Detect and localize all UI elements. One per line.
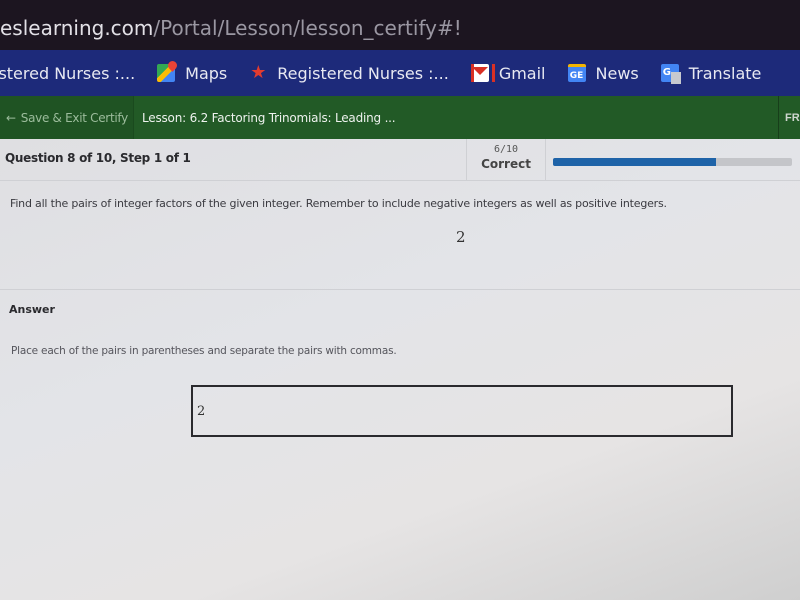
bookmark-label: Registered Nurses :...	[277, 63, 449, 83]
progress-bar	[553, 158, 792, 166]
score-box: 6/10 Correct	[466, 139, 546, 181]
url-host: eslearning.com	[0, 16, 154, 40]
question-prompt: Find all the pairs of integer factors of…	[10, 197, 667, 210]
gmail-icon	[470, 64, 495, 82]
lesson-bar: ← Save & Exit Certify Lesson: 6.2 Factor…	[0, 96, 800, 139]
address-bar[interactable]: eslearning.com/Portal/Lesson/lesson_cert…	[0, 0, 800, 50]
url-path: /Portal/Lesson/lesson_certify#!	[153, 16, 462, 40]
bookmark-registered-nurses-2[interactable]: ★ Registered Nurses :...	[249, 64, 449, 83]
question-step-label: Question 8 of 10, Step 1 of 1	[5, 151, 191, 165]
answer-input[interactable]	[191, 385, 733, 437]
bookmark-label: Translate	[688, 63, 762, 83]
question-header: Question 8 of 10, Step 1 of 1 6/10 Corre…	[0, 139, 800, 181]
question-panel: Question 8 of 10, Step 1 of 1 6/10 Corre…	[0, 139, 800, 600]
bookmark-registered-nurses-1[interactable]: istered Nurses :...	[0, 64, 135, 83]
bookmarks-bar: istered Nurses :... Maps ★ Registered Nu…	[0, 50, 800, 96]
lesson-title: Lesson: 6.2 Factoring Trinomials: Leadin…	[142, 110, 396, 125]
bookmark-label: istered Nurses :...	[0, 63, 136, 83]
progress-fill	[553, 158, 716, 166]
translate-icon: G	[660, 64, 681, 84]
bookmark-maps[interactable]: Maps	[157, 64, 227, 83]
url-text[interactable]: eslearning.com/Portal/Lesson/lesson_cert…	[0, 16, 462, 40]
score-fraction: 6/10	[493, 144, 519, 155]
save-exit-label: Save & Exit Certify	[20, 110, 128, 125]
news-icon: GE	[567, 64, 586, 82]
answer-heading: Answer	[9, 303, 55, 316]
back-arrow-icon: ←	[6, 110, 16, 125]
answer-instructions: Place each of the pairs in parentheses a…	[11, 345, 397, 357]
bookmark-label: News	[595, 63, 639, 83]
bookmark-label: Gmail	[498, 63, 546, 83]
maps-icon	[157, 64, 176, 82]
section-divider	[0, 289, 800, 290]
bookmark-gmail[interactable]: Gmail	[470, 63, 546, 83]
bookmark-news[interactable]: GE News	[567, 63, 639, 83]
given-integer: 2	[456, 228, 466, 246]
star-icon: ★	[250, 62, 267, 83]
bookmark-translate[interactable]: G Translate	[660, 63, 762, 84]
score-label: Correct	[481, 157, 531, 171]
bookmark-label: Maps	[185, 63, 228, 83]
lesson-bar-right-button[interactable]: FR	[778, 96, 800, 139]
save-exit-certify-button[interactable]: ← Save & Exit Certify	[0, 96, 134, 139]
